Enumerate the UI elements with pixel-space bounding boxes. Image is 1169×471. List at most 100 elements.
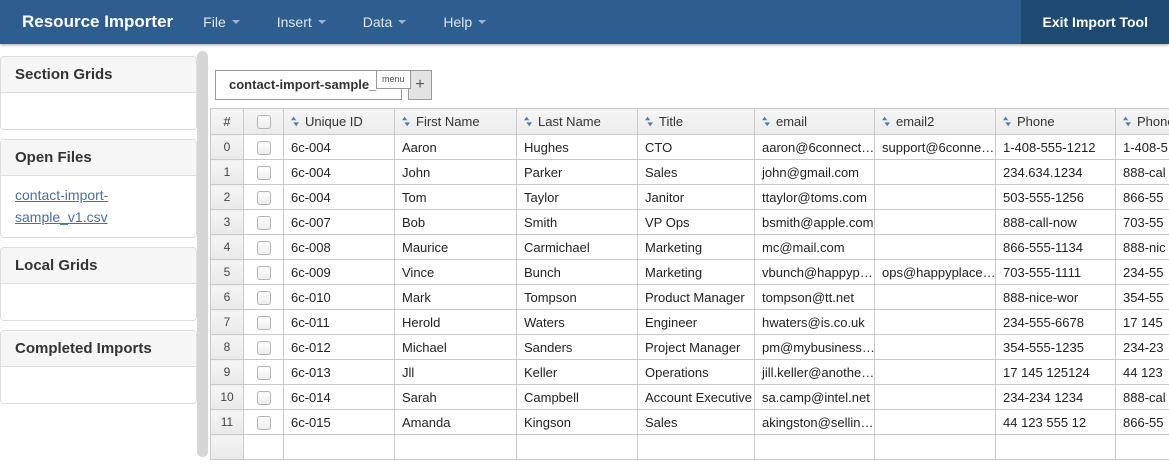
grid-cell[interactable]: CTO xyxy=(638,135,755,160)
add-tab-button[interactable]: + xyxy=(408,70,432,100)
grid-cell[interactable]: jill.keller@anothe… xyxy=(755,360,875,385)
tab-contact-import-sample[interactable]: contact-import-sample_v… xyxy=(215,70,402,100)
grid-cell[interactable]: 703-555-1111 xyxy=(996,260,1116,285)
grid-cell[interactable]: 234.634.1234 xyxy=(996,160,1116,185)
row-checkbox[interactable] xyxy=(257,191,271,205)
grid-cell[interactable]: akingston@sellin… xyxy=(755,410,875,435)
row-number[interactable]: 2 xyxy=(211,185,244,210)
grid-cell[interactable]: Project Manager xyxy=(638,335,755,360)
row-checkbox-cell[interactable] xyxy=(244,410,284,435)
row-checkbox-cell[interactable] xyxy=(244,260,284,285)
grid-cell[interactable]: Tompson xyxy=(517,285,638,310)
grid-cell[interactable] xyxy=(875,235,996,260)
row-checkbox[interactable] xyxy=(257,241,271,255)
row-number[interactable]: 1 xyxy=(211,160,244,185)
grid-cell[interactable]: 17 145 125124 xyxy=(996,360,1116,385)
grid-cell[interactable]: 888-nice-wor xyxy=(996,285,1116,310)
grid-cell[interactable]: Campbell xyxy=(517,385,638,410)
row-checkbox[interactable] xyxy=(257,416,271,430)
grid-cell[interactable] xyxy=(875,210,996,235)
grid-cell[interactable]: 6c-010 xyxy=(284,285,395,310)
grid-cell[interactable]: Aaron xyxy=(395,135,517,160)
menu-help[interactable]: Help xyxy=(443,14,486,30)
grid-cell[interactable]: Sales xyxy=(638,410,755,435)
grid-cell[interactable] xyxy=(284,435,395,460)
row-checkbox[interactable] xyxy=(257,341,271,355)
grid-cell[interactable]: Amanda xyxy=(395,410,517,435)
column-header-email2[interactable]: email2 xyxy=(875,109,996,135)
grid-cell[interactable]: Hughes xyxy=(517,135,638,160)
grid-cell[interactable]: VP Ops xyxy=(638,210,755,235)
grid-cell[interactable]: 6c-013 xyxy=(284,360,395,385)
grid-cell[interactable]: 1-408-5 xyxy=(1116,135,1169,160)
grid-cell[interactable]: 6c-015 xyxy=(284,410,395,435)
grid-cell[interactable]: 888-cal xyxy=(1116,160,1169,185)
grid-cell[interactable] xyxy=(1116,435,1169,460)
column-header-unique-id[interactable]: Unique ID xyxy=(284,109,395,135)
grid-cell[interactable] xyxy=(517,435,638,460)
column-header-email[interactable]: email xyxy=(755,109,875,135)
row-checkbox-cell[interactable] xyxy=(244,360,284,385)
row-checkbox[interactable] xyxy=(257,216,271,230)
grid-cell[interactable]: 6c-004 xyxy=(284,185,395,210)
grid-cell[interactable]: Sarah xyxy=(395,385,517,410)
grid-cell[interactable]: aaron@6connect… xyxy=(755,135,875,160)
grid-cell[interactable]: Jll xyxy=(395,360,517,385)
grid-cell[interactable]: 503-555-1256 xyxy=(996,185,1116,210)
grid-cell[interactable]: 17 145 xyxy=(1116,310,1169,335)
grid-cell[interactable]: Parker xyxy=(517,160,638,185)
grid-cell[interactable]: 6c-004 xyxy=(284,135,395,160)
grid-cell[interactable]: tompson@tt.net xyxy=(755,285,875,310)
grid-cell[interactable]: Bunch xyxy=(517,260,638,285)
row-checkbox[interactable] xyxy=(257,366,271,380)
grid-cell[interactable] xyxy=(638,435,755,460)
grid-cell[interactable]: Sanders xyxy=(517,335,638,360)
row-checkbox-cell[interactable] xyxy=(244,335,284,360)
grid-cell[interactable] xyxy=(875,310,996,335)
open-file-link[interactable]: contact-import-sample_v1.csv xyxy=(15,185,182,228)
grid-cell[interactable]: Product Manager xyxy=(638,285,755,310)
grid-cell[interactable] xyxy=(996,435,1116,460)
grid-cell[interactable]: sa.camp@intel.net xyxy=(755,385,875,410)
grid-cell[interactable]: 1-408-555-1212 xyxy=(996,135,1116,160)
grid-cell[interactable]: Tom xyxy=(395,185,517,210)
grid-cell[interactable]: mc@mail.com xyxy=(755,235,875,260)
grid-cell[interactable]: Sales xyxy=(638,160,755,185)
grid-cell[interactable]: 354-555-1235 xyxy=(996,335,1116,360)
row-number[interactable]: 3 xyxy=(211,210,244,235)
column-header-first-name[interactable]: First Name xyxy=(395,109,517,135)
grid-cell[interactable]: 234-555-6678 xyxy=(996,310,1116,335)
grid-cell[interactable]: 888-cal xyxy=(1116,385,1169,410)
row-checkbox-cell[interactable] xyxy=(244,160,284,185)
grid-cell[interactable]: 6c-011 xyxy=(284,310,395,335)
grid-cell[interactable]: Smith xyxy=(517,210,638,235)
select-all-checkbox[interactable] xyxy=(257,115,271,129)
grid-cell[interactable]: 866-55 xyxy=(1116,185,1169,210)
grid-cell[interactable]: Waters xyxy=(517,310,638,335)
grid-cell[interactable]: Herold xyxy=(395,310,517,335)
grid-cell[interactable]: 6c-014 xyxy=(284,385,395,410)
grid-cell[interactable]: support@6conne… xyxy=(875,135,996,160)
grid-cell[interactable]: Carmichael xyxy=(517,235,638,260)
grid-cell[interactable] xyxy=(875,285,996,310)
row-number[interactable]: 9 xyxy=(211,360,244,385)
grid-cell[interactable] xyxy=(875,435,996,460)
grid-cell[interactable]: Marketing xyxy=(638,235,755,260)
row-number[interactable]: 0 xyxy=(211,135,244,160)
sidebar-resizer[interactable] xyxy=(197,51,208,457)
grid-cell[interactable]: 6c-012 xyxy=(284,335,395,360)
row-checkbox[interactable] xyxy=(257,291,271,305)
column-header-title[interactable]: Title xyxy=(638,109,755,135)
grid-cell[interactable] xyxy=(875,160,996,185)
grid-cell[interactable]: Taylor xyxy=(517,185,638,210)
column-header-last-name[interactable]: Last Name xyxy=(517,109,638,135)
grid-cell[interactable]: Janitor xyxy=(638,185,755,210)
grid-cell[interactable] xyxy=(875,335,996,360)
grid-cell[interactable]: pm@mybusiness… xyxy=(755,335,875,360)
grid-cell[interactable]: Bob xyxy=(395,210,517,235)
grid-cell[interactable]: ops@happyplace… xyxy=(875,260,996,285)
grid-cell[interactable]: 6c-007 xyxy=(284,210,395,235)
grid-cell[interactable]: 44 123 555 12 xyxy=(996,410,1116,435)
grid-cell[interactable]: Maurice xyxy=(395,235,517,260)
column-header-index[interactable]: # xyxy=(211,109,244,135)
